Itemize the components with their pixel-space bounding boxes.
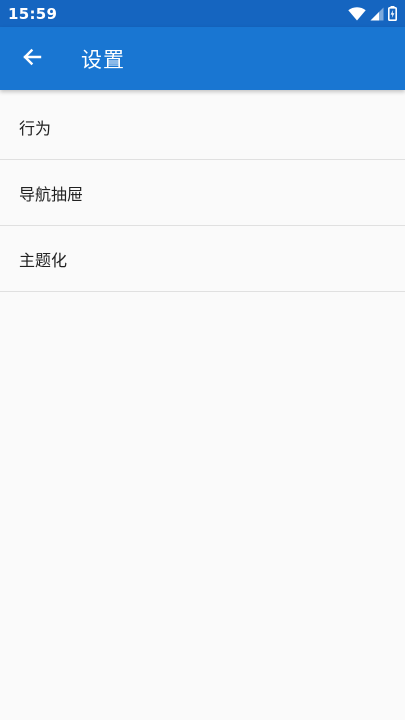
settings-item-label: 导航抽屉	[19, 184, 84, 204]
page-title: 设置	[81, 47, 125, 72]
status-icons	[348, 6, 397, 21]
app-bar: 设置	[0, 27, 405, 90]
wifi-icon	[348, 6, 366, 21]
cell-signal-icon	[370, 7, 384, 21]
status-bar: 15:59	[0, 0, 405, 27]
settings-item-theming[interactable]: 主题化	[0, 226, 405, 292]
arrow-back-icon	[22, 47, 42, 71]
settings-item-navigation-drawer[interactable]: 导航抽屉	[0, 160, 405, 226]
battery-charging-icon	[388, 6, 397, 21]
status-time: 15:59	[8, 4, 58, 23]
settings-item-behavior[interactable]: 行为	[0, 94, 405, 160]
back-button[interactable]	[0, 27, 64, 90]
settings-item-label: 行为	[19, 118, 52, 138]
settings-item-label: 主题化	[19, 250, 68, 270]
settings-list: 行为 导航抽屉 主题化	[0, 94, 405, 292]
